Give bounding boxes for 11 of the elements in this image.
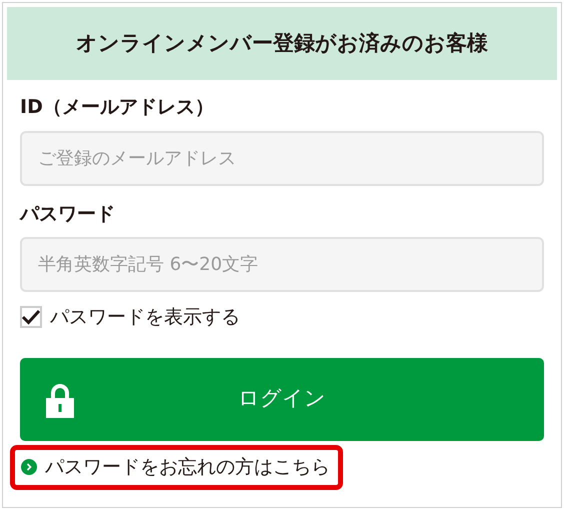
checkbox-label: パスワードを表示する bbox=[50, 305, 240, 330]
input-field[interactable]: 半角英数字記号 6〜20文字 bbox=[20, 237, 544, 292]
field-label: パスワード bbox=[20, 202, 115, 226]
forgot-password-link[interactable]: パスワードをお忘れの方はこちら bbox=[21, 452, 330, 481]
show-password-checkbox[interactable] bbox=[20, 306, 42, 328]
section-title: オンラインメンバー登録がお済みのお客様 bbox=[76, 30, 488, 57]
lock-icon bbox=[46, 382, 74, 418]
chevron-circle-icon bbox=[21, 458, 37, 475]
input-field[interactable]: ご登録のメールアドレス bbox=[20, 130, 544, 186]
login-button[interactable]: ログイン bbox=[20, 358, 544, 440]
field-label: ID（メールアドレス） bbox=[20, 95, 214, 120]
